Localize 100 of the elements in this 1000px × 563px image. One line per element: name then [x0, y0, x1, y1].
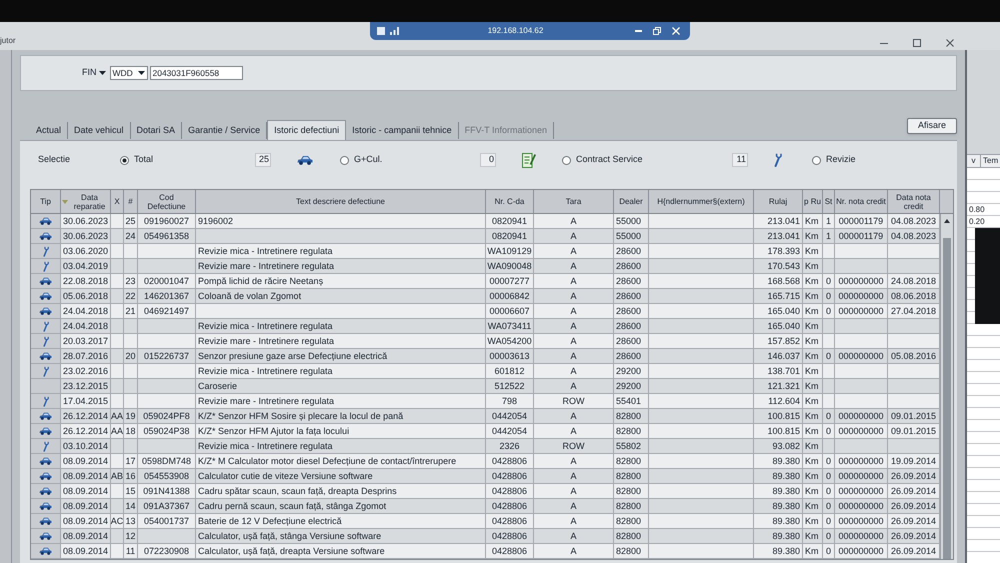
- scrollbar-thumb[interactable]: [943, 238, 951, 559]
- table-cell: 93.082: [754, 439, 803, 453]
- table-row[interactable]: 20.03.2017 Revizie mare - Intretinere regulata WA054200 A 28600 157.852 Km: [31, 334, 940, 349]
- table-row[interactable]: 08.09.2014 11 072230908 Calculator, ușă față, dreapta Versiune software 0428806 A 82800 89.380 Km 0 000000000 26.09.2014: [31, 544, 940, 559]
- table-cell: 23: [124, 274, 138, 288]
- table-cell: 28600: [614, 304, 649, 318]
- table-cell: 30.06.2023: [61, 214, 111, 228]
- table-row[interactable]: 08.09.2014 17 0598DM748 K/Z* M Calculator motor diesel Defecțiune de contact/întrerupere 0428806 A 82800 89.380 Km 0 000000000 19.09.2014: [31, 454, 940, 469]
- table-cell: A: [534, 304, 614, 318]
- wrench-icon: [42, 246, 48, 256]
- column-header[interactable]: Cod Defectiune: [138, 190, 196, 213]
- table-cell: 0: [823, 424, 835, 438]
- table-cell: A: [534, 454, 614, 468]
- prefix-dropdown[interactable]: WDD: [110, 66, 148, 80]
- table-cell: A: [534, 469, 614, 483]
- column-header[interactable]: St: [823, 190, 835, 213]
- car-icon: [39, 502, 52, 510]
- car-icon: [39, 217, 52, 225]
- vin-field[interactable]: 2043031F960558: [150, 66, 242, 80]
- column-header[interactable]: Rulaj: [754, 190, 803, 213]
- table-row[interactable]: 23.02.2016 Revizie mica - Intretinere regulata 601812 A 29200 138.701 Km: [31, 364, 940, 379]
- column-header[interactable]: p Ru: [803, 190, 823, 213]
- table-row[interactable]: 08.09.2014 14 091A37367 Cadru pernă scaun, scaun față, stânga Zgomot 0428806 A 82800 89.380 Km 0 000000000 26.09.2014: [31, 499, 940, 514]
- table-row[interactable]: 03.10.2014 Revizie mica - Intretinere regulata 2326 ROW 55802 93.082 Km: [31, 439, 940, 454]
- table-row[interactable]: 24.04.2018 21 046921497 00006607 A 28600 165.040 Km 0 000000000 27.04.2018: [31, 304, 940, 319]
- table-cell: ROW: [534, 439, 614, 453]
- table-cell: 059024PF8: [138, 409, 196, 423]
- table-cell: 138.701: [754, 364, 803, 378]
- car-icon: [39, 472, 52, 480]
- column-header[interactable]: Data nota credit: [888, 190, 940, 213]
- table-cell: 146201367: [138, 289, 196, 303]
- table-cell: 0428806: [486, 469, 534, 483]
- table-cell: 054001737: [138, 514, 196, 528]
- table-cell: Cadru spătar scaun, scaun față, dreapta Desprins: [196, 484, 486, 498]
- caret-icon: [138, 71, 144, 75]
- table-cell: 28600: [614, 334, 649, 348]
- table-row[interactable]: 30.06.2023 24 054961358 0820941 A 55000 213.041 Km 1 000001179 04.08.2023: [31, 229, 940, 244]
- table-cell: 82800: [614, 409, 649, 423]
- table-row[interactable]: 23.12.2015 Caroserie 512522 A 29200 121.321 Km: [31, 379, 940, 394]
- table-cell: WA073411: [486, 319, 534, 333]
- tab[interactable]: Istoric - campanii tehnice: [346, 122, 459, 139]
- table-cell: 9196002: [196, 214, 486, 228]
- menu-item[interactable]: jutor: [0, 35, 16, 47]
- table-cell: 000001179: [835, 229, 888, 243]
- table-row[interactable]: 05.06.2018 22 146201367 Coloană de volan Zgomot 00006842 A 28600 165.715 Km 0 000000000 08.06.2018: [31, 289, 940, 304]
- table-row[interactable]: 28.07.2016 20 015226737 Senzor presiune gaze arse Defecțiune electrică 00003613 A 28600 146.037 Km 0 000000000 05.08.2016: [31, 349, 940, 364]
- radio-option[interactable]: Total: [120, 153, 154, 167]
- column-header[interactable]: X: [111, 190, 124, 213]
- close-icon[interactable]: [946, 39, 954, 47]
- column-header[interactable]: H{ndlernummer§(extern): [649, 190, 754, 213]
- table-cell: 091960027: [138, 214, 196, 228]
- table-row[interactable]: 08.09.2014 AC 13 054001737 Baterie de 12 V Defecțiune electrică 0428806 A 82800 89.380 Km 0 000000000 26.09.2014: [31, 514, 940, 529]
- table-cell: 1: [823, 229, 835, 243]
- table-row[interactable]: 03.06.2020 Revizie mica - Intretinere regulata WA109129 A 28600 178.393 Km: [31, 244, 940, 259]
- column-header[interactable]: Nr. C-da: [486, 190, 534, 213]
- table-cell: 89.380: [754, 454, 803, 468]
- maximize-icon[interactable]: [912, 39, 920, 47]
- tab[interactable]: Date vehicul: [68, 122, 131, 139]
- column-header[interactable]: Nr. nota credit: [835, 190, 888, 213]
- tab[interactable]: Istoric defectiuni: [267, 120, 346, 140]
- radio-option[interactable]: G+Cul.: [340, 153, 382, 167]
- table-row[interactable]: 26.12.2014 AA 19 059024PF8 K/Z* Senzor HFM Sosire și plecare la locul de pană 0442054 A 82800 100.815 Km 0 000000000 09.01.2015: [31, 409, 940, 424]
- table-row[interactable]: 22.08.2018 23 020001047 Pompă lichid de răcire Neetanș 00007277 A 28600 168.568 Km 0 000000000 24.08.2018: [31, 274, 940, 289]
- sort-icon: [62, 200, 68, 204]
- table-row[interactable]: 08.09.2014 12 Calculator, ușă față, stânga Versiune software 0428806 A 82800 89.380 Km 0 000000000 26.09.2014: [31, 529, 940, 544]
- restore-icon[interactable]: [653, 27, 661, 35]
- table-cell: Km: [803, 334, 823, 348]
- display-button[interactable]: Afisare: [907, 118, 957, 134]
- table-cell: A: [534, 514, 614, 528]
- table-row[interactable]: 26.12.2014 AA 18 059024P38 K/Z* Senzor HFM Ajutor la fața locului 0442054 A 82800 100.815 Km 0 000000000 09.01.2015: [31, 424, 940, 439]
- minimize-icon[interactable]: [880, 42, 888, 44]
- table-cell: 89.380: [754, 529, 803, 543]
- table-cell: 82800: [614, 529, 649, 543]
- table-row[interactable]: 17.04.2015 Revizie mare - Intretinere regulata 798 ROW 55401 112.604 Km: [31, 394, 940, 409]
- scrollbar-track[interactable]: [940, 214, 953, 559]
- radio-option[interactable]: Contract Service: [562, 153, 643, 167]
- tab[interactable]: Actual: [30, 122, 68, 139]
- table-cell: 0: [823, 544, 835, 558]
- table-cell: 091A37367: [138, 499, 196, 513]
- table-cell: 170.543: [754, 259, 803, 273]
- table-row[interactable]: 24.04.2018 Revizie mica - Intretinere regulata WA073411 A 28600 165.040 Km: [31, 319, 940, 334]
- fin-dropdown[interactable]: FIN: [82, 66, 106, 80]
- column-header[interactable]: Data reparatie: [61, 190, 111, 213]
- up-arrow-icon[interactable]: [944, 219, 950, 223]
- table-row[interactable]: 03.04.2019 Revizie mare - Intretinere regulata WA090048 A 28600 170.543 Km: [31, 259, 940, 274]
- table-row[interactable]: 08.09.2014 AB 16 054553908 Calculator cutie de viteze Versiune software 0428806 A 82800 89.380 Km 0 000000000 26.09.2014: [31, 469, 940, 484]
- table-row[interactable]: 08.09.2014 15 091N41388 Cadru spătar scaun, scaun față, dreapta Desprins 0428806 A 82800 89.380 Km 0 000000000 26.09.2014: [31, 484, 940, 499]
- column-header[interactable]: Tara: [534, 190, 614, 213]
- column-header[interactable]: Text descriere defectiune: [196, 190, 486, 213]
- column-header[interactable]: Tip: [31, 190, 61, 213]
- table-cell: Km: [803, 424, 823, 438]
- table-cell: 000000000: [835, 514, 888, 528]
- table-cell: Km: [803, 319, 823, 333]
- column-header[interactable]: #: [124, 190, 138, 213]
- tab[interactable]: Dotari SA: [130, 122, 182, 139]
- table-row[interactable]: 30.06.2023 25 091960027 9196002 0820941 A 55000 213.041 Km 1 000001179 04.08.2023: [31, 214, 940, 229]
- table-cell: 213.041: [754, 214, 803, 228]
- radio-option[interactable]: Revizie: [812, 153, 856, 167]
- column-header[interactable]: Dealer: [614, 190, 649, 213]
- wrench-icon: [42, 320, 48, 332]
